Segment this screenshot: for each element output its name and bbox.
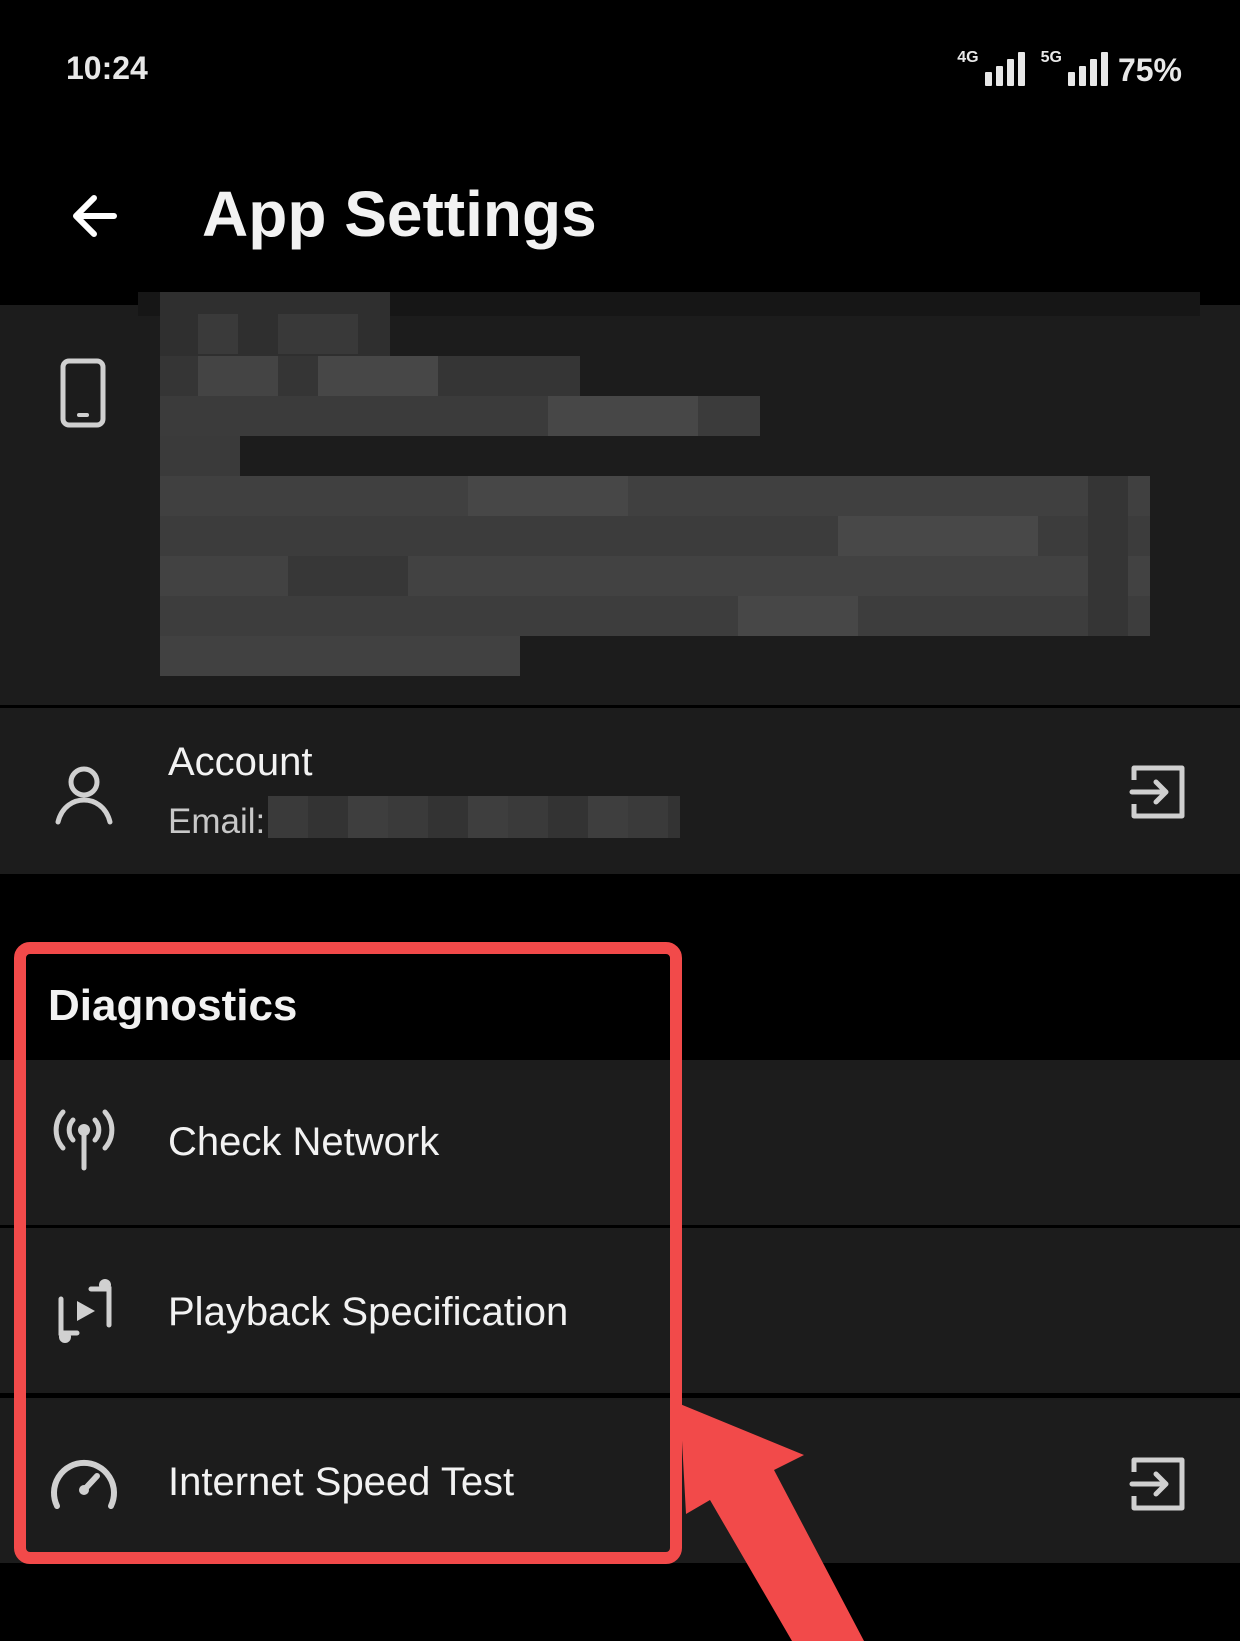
section-title-diagnostics: Diagnostics (48, 981, 298, 1030)
person-icon (52, 762, 116, 826)
account-row[interactable] (0, 708, 1240, 874)
signal-strength-icon (984, 50, 1025, 86)
internet-speed-test-label: Internet Speed Test (168, 1460, 515, 1504)
battery-level: 75% (1117, 52, 1182, 88)
network-type-5g: 5G (1040, 49, 1062, 66)
back-button[interactable] (58, 180, 130, 252)
email-label: Email: (168, 802, 266, 841)
smartphone-icon (58, 358, 108, 428)
redacted-email (268, 796, 680, 838)
signal-strength-icon (1067, 50, 1108, 86)
arrow-left-icon (73, 195, 117, 237)
antenna-icon (44, 1100, 124, 1180)
exit-icon[interactable] (1126, 760, 1190, 824)
status-time: 10:24 (66, 50, 148, 86)
playback-spec-icon (44, 1272, 124, 1352)
account-label: Account (168, 740, 313, 784)
redacted-device-info (138, 292, 1200, 676)
network-type-4g: 4G (957, 49, 979, 66)
page-title: App Settings (202, 178, 597, 250)
check-network-label: Check Network (168, 1120, 440, 1164)
status-indicators: 4G 5G 75% (957, 50, 1182, 86)
speedometer-icon (44, 1442, 124, 1522)
playback-specification-label: Playback Specification (168, 1290, 569, 1334)
exit-icon[interactable] (1126, 1452, 1190, 1516)
